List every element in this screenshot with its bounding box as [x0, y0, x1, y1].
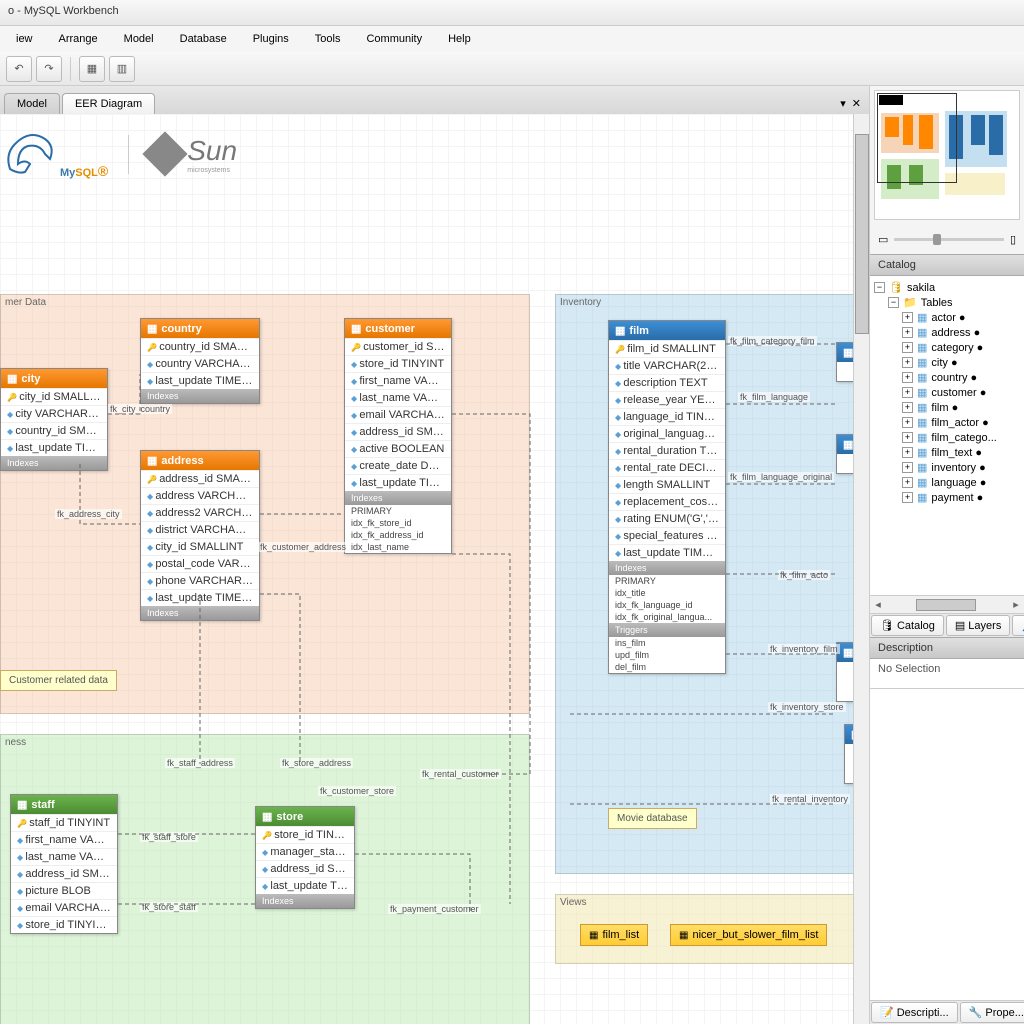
fk-label: fk_film_acto — [778, 570, 830, 580]
tab-catalog[interactable]: 🛢 Catalog — [871, 615, 944, 636]
fk-label: fk_inventory_store — [768, 702, 846, 712]
region-label: mer Data — [5, 297, 46, 308]
catalog-tree[interactable]: −🛢sakila −📁Tables +▦actor ● +▦address ● … — [870, 276, 1024, 595]
fk-label: fk_film_language — [738, 392, 810, 402]
fk-label: fk_store_staff — [140, 902, 198, 912]
note-customer[interactable]: Customer related data — [0, 670, 117, 691]
zoom-slider[interactable]: ▭ ▯ — [870, 224, 1024, 254]
zoom-in-icon[interactable]: ▯ — [1010, 233, 1016, 246]
dolphin-icon — [0, 124, 60, 184]
table-country[interactable]: ▦ country country_id SMALLINT country VA… — [140, 318, 260, 404]
bottom-tabs: 📝 Descripti... 🔧 Prope... — [870, 1000, 1024, 1024]
redo-button[interactable]: ↷ — [36, 56, 62, 82]
menu-plugins[interactable]: Plugins — [241, 29, 301, 49]
tab-more[interactable]: 👤 — [1012, 615, 1024, 636]
fk-label: fk_customer_store — [318, 786, 396, 796]
region-label: ness — [5, 737, 26, 748]
fk-label: fk_inventory_film — [768, 644, 840, 654]
table-city[interactable]: ▦ city city_id SMALLINT city VARCHAR(50)… — [0, 368, 108, 471]
catalog-header: Catalog — [870, 254, 1024, 276]
region-label: Inventory — [560, 297, 601, 308]
align-button[interactable]: ▥ — [109, 56, 135, 82]
zoom-out-icon[interactable]: ▭ — [878, 233, 888, 246]
view-film-list[interactable]: ▦ film_list — [580, 924, 648, 946]
fk-label: fk_city_country — [108, 404, 172, 414]
sun-logo: Sunmicrosystems — [128, 135, 237, 174]
logo-area: MySQL® Sunmicrosystems — [0, 124, 237, 184]
document-tabs: Model EER Diagram ▾ ✕ — [0, 86, 869, 114]
tab-description[interactable]: 📝 Descripti... — [871, 1002, 958, 1023]
description-header: Description — [870, 637, 1024, 659]
fk-label: fk_rental_customer — [420, 769, 501, 779]
toolbar: ↶ ↷ ▦ ▥ — [0, 52, 1024, 86]
fk-label: fk_customer_address — [258, 542, 348, 552]
menu-community[interactable]: Community — [354, 29, 434, 49]
table-staff[interactable]: ▦ staff staff_id TINYINT first_name VARC… — [10, 794, 118, 934]
menu-database[interactable]: Database — [168, 29, 239, 49]
undo-button[interactable]: ↶ — [6, 56, 32, 82]
tab-model[interactable]: Model — [4, 93, 60, 114]
tree-hscroll[interactable]: ◂▸ — [870, 595, 1024, 613]
fk-label: fk_store_address — [280, 758, 353, 768]
mysql-logo: MySQL® — [60, 147, 108, 184]
table-store[interactable]: ▦ store store_id TINYINT manager_staff_i… — [255, 806, 355, 909]
fk-label: fk_rental_inventory — [770, 794, 850, 804]
region-label: Views — [560, 897, 587, 908]
menu-bar: iew Arrange Model Database Plugins Tools… — [0, 26, 1024, 52]
fk-label: fk_film_language_original — [728, 472, 834, 482]
note-movie[interactable]: Movie database — [608, 808, 697, 829]
menu-view[interactable]: iew — [4, 29, 45, 49]
window-title: o - MySQL Workbench — [0, 0, 1024, 26]
grid-toggle-button[interactable]: ▦ — [79, 56, 105, 82]
tab-dropdown-icon[interactable]: ▾ — [840, 97, 846, 110]
view-nicer[interactable]: ▦ nicer_but_slower_film_list — [670, 924, 827, 946]
tab-layers[interactable]: ▤ Layers — [946, 615, 1010, 636]
fk-label: fk_film_category_film — [728, 336, 817, 346]
canvas-vscrollbar[interactable] — [853, 114, 869, 1024]
table-film[interactable]: ▦ film film_id SMALLINT title VARCHAR(25… — [608, 320, 726, 674]
navigator-minimap[interactable] — [874, 90, 1020, 220]
eer-canvas[interactable]: MySQL® Sunmicrosystems mer Data Inventor… — [0, 114, 869, 1024]
fk-label: fk_staff_address — [165, 758, 235, 768]
menu-tools[interactable]: Tools — [303, 29, 353, 49]
fk-label: fk_payment_customer — [388, 904, 481, 914]
side-tabs: 🛢 Catalog ▤ Layers 👤 — [870, 613, 1024, 637]
menu-help[interactable]: Help — [436, 29, 483, 49]
side-panel: ▭ ▯ Catalog −🛢sakila −📁Tables +▦actor ● … — [870, 86, 1024, 1024]
fk-label: fk_staff_store — [140, 832, 198, 842]
description-body: No Selection — [870, 659, 1024, 689]
tab-close-icon[interactable]: ✕ — [852, 97, 861, 110]
menu-arrange[interactable]: Arrange — [47, 29, 110, 49]
menu-model[interactable]: Model — [112, 29, 166, 49]
table-customer[interactable]: ▦ customer customer_id SMALLI... store_i… — [344, 318, 452, 554]
table-address[interactable]: ▦ address address_id SMALLINT address VA… — [140, 450, 260, 621]
tab-eer-diagram[interactable]: EER Diagram — [62, 93, 155, 114]
fk-label: fk_address_city — [55, 509, 122, 519]
tab-properties[interactable]: 🔧 Prope... — [960, 1002, 1024, 1023]
